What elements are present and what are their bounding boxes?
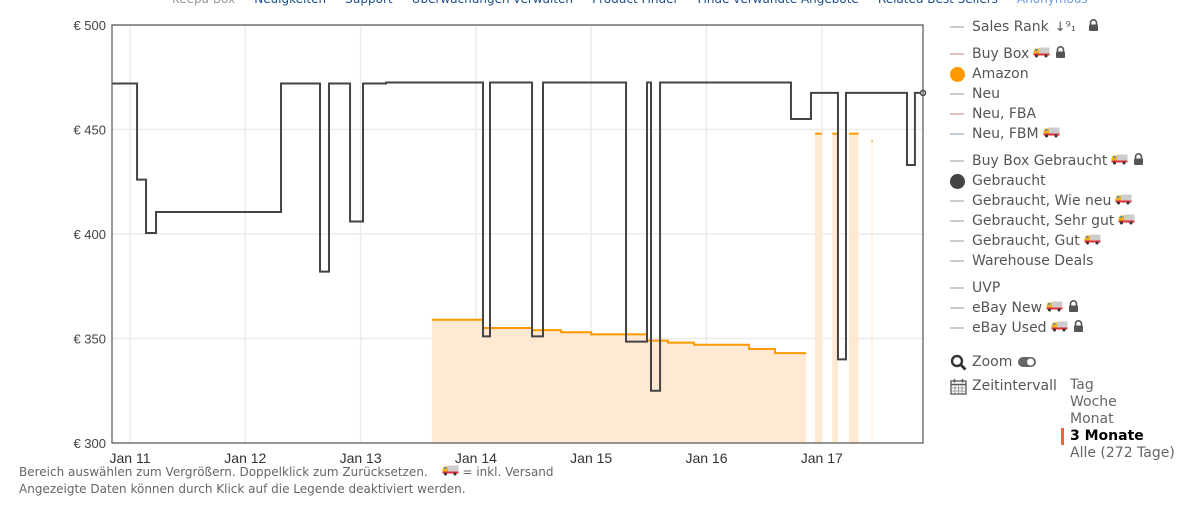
amazon-area bbox=[814, 133, 822, 443]
legend-item[interactable]: Warehouse Deals bbox=[950, 251, 1144, 271]
legend-label: Gebraucht, Sehr gut bbox=[972, 213, 1115, 229]
legend-line-icon bbox=[950, 327, 964, 329]
legend-line-icon bbox=[950, 240, 964, 242]
legend-item[interactable]: Gebraucht bbox=[950, 171, 1144, 191]
legend-label: Neu, FBM bbox=[972, 126, 1039, 142]
y-tick-label: € 300 bbox=[73, 436, 106, 451]
legend-label: UVP bbox=[972, 280, 1001, 296]
legend-item[interactable]: Buy Box bbox=[950, 44, 1144, 64]
y-tick-label: € 400 bbox=[73, 227, 106, 242]
legend-line-icon bbox=[950, 200, 964, 202]
truck-icon bbox=[1033, 46, 1050, 62]
y-tick-label: € 500 bbox=[73, 18, 106, 33]
amazon-area bbox=[871, 140, 873, 443]
legend-line-icon bbox=[950, 53, 964, 55]
legend-item[interactable]: Gebraucht, Gut bbox=[950, 231, 1144, 251]
legend-line-icon bbox=[950, 113, 964, 115]
legend-label: Buy Box Gebraucht bbox=[972, 153, 1108, 169]
sort-icon[interactable]: ↓⁹₁ bbox=[1055, 20, 1076, 35]
zoom-toggle[interactable]: Zoom bbox=[950, 352, 1057, 372]
chart-tools: Zoom Zeitintervall bbox=[950, 352, 1057, 400]
legend-item[interactable]: eBay Used bbox=[950, 318, 1144, 338]
y-tick-label: € 350 bbox=[73, 332, 106, 347]
legend-item[interactable]: Buy Box Gebraucht bbox=[950, 151, 1144, 171]
shipping-note: = inkl. Versand bbox=[462, 465, 554, 479]
legend-label: Warehouse Deals bbox=[972, 253, 1094, 269]
legend-label: eBay New bbox=[972, 300, 1043, 316]
legend-label: Gebraucht, Wie neu bbox=[972, 193, 1112, 209]
lock-icon[interactable] bbox=[1088, 19, 1099, 35]
legend-label: Gebraucht, Gut bbox=[972, 233, 1080, 249]
lock-icon[interactable] bbox=[1073, 320, 1084, 336]
range-option[interactable]: Tag bbox=[1070, 377, 1175, 394]
legend-item[interactable]: eBay New bbox=[950, 298, 1144, 318]
y-tick-label: € 450 bbox=[73, 123, 106, 138]
truck-icon bbox=[1051, 320, 1068, 336]
legend-item[interactable]: UVP bbox=[950, 278, 1144, 298]
range-selector: Tag Woche Monat 3 Monate Alle (272 Tage) bbox=[1061, 377, 1175, 462]
legend-line-icon bbox=[950, 260, 964, 262]
amazon-area bbox=[849, 133, 859, 443]
range-option[interactable]: Monat bbox=[1070, 411, 1175, 428]
range-option[interactable]: Alle (272 Tage) bbox=[1070, 445, 1175, 462]
legend-item[interactable]: Neu, FBM bbox=[950, 124, 1144, 144]
magnifier-icon bbox=[950, 354, 967, 370]
legend-label: Neu bbox=[972, 86, 1000, 102]
truck-icon bbox=[1118, 213, 1135, 229]
legend-line-icon bbox=[950, 287, 964, 289]
legend-line-icon bbox=[950, 160, 964, 162]
truck-icon bbox=[1046, 300, 1063, 316]
legend-dot-icon bbox=[950, 66, 965, 82]
lock-icon[interactable] bbox=[1055, 46, 1066, 62]
calendar-icon bbox=[950, 378, 967, 395]
chart-legend: Sales Rank ↓⁹₁ Buy Box Amazon Neu Neu, FBA Neu… bbox=[950, 17, 1144, 338]
legend-dot-icon bbox=[950, 173, 965, 189]
range-option[interactable]: 3 Monate bbox=[1061, 428, 1175, 445]
x-tick-label: Jan 17 bbox=[801, 450, 843, 466]
zoom-label: Zoom bbox=[972, 354, 1013, 370]
truck-icon bbox=[1043, 126, 1060, 142]
legend-label: Amazon bbox=[972, 66, 1029, 82]
chart-footer: Bereich auswählen zum Vergrößern. Doppel… bbox=[19, 464, 554, 498]
legend-label: Buy Box bbox=[972, 46, 1030, 62]
lock-icon[interactable] bbox=[1068, 300, 1079, 316]
truck-icon bbox=[1115, 193, 1132, 209]
x-tick-label: Jan 16 bbox=[685, 450, 727, 466]
legend-label: Sales Rank bbox=[972, 19, 1049, 35]
legend-item[interactable]: Neu, FBA bbox=[950, 104, 1144, 124]
legend-line-icon bbox=[950, 220, 964, 222]
legend-line-icon bbox=[950, 26, 964, 28]
legend-label: Neu, FBA bbox=[972, 106, 1037, 122]
truck-icon bbox=[1111, 153, 1128, 169]
x-tick-label: Jan 15 bbox=[570, 450, 612, 466]
interval-label: Zeitintervall bbox=[972, 378, 1057, 394]
range-option[interactable]: Woche bbox=[1070, 394, 1175, 411]
legend-line-icon bbox=[950, 133, 964, 135]
footer-legend-hint: Angezeigte Daten können durch Klick auf … bbox=[19, 482, 466, 496]
legend-label: Gebraucht bbox=[972, 173, 1046, 189]
legend-line-icon bbox=[950, 93, 964, 95]
legend-item[interactable]: Amazon bbox=[950, 64, 1144, 84]
legend-item[interactable]: Gebraucht, Sehr gut bbox=[950, 211, 1144, 231]
legend-label: eBay Used bbox=[972, 320, 1047, 336]
legend-item[interactable]: Sales Rank ↓⁹₁ bbox=[950, 17, 1144, 37]
time-interval: Zeitintervall bbox=[950, 376, 1057, 396]
footer-hint: Bereich auswählen zum Vergrößern. Doppel… bbox=[19, 465, 428, 479]
legend-item[interactable]: Gebraucht, Wie neu bbox=[950, 191, 1144, 211]
lock-icon[interactable] bbox=[1133, 153, 1144, 169]
toggle-switch-icon[interactable] bbox=[1018, 356, 1038, 368]
legend-line-icon bbox=[950, 307, 964, 309]
legend-item[interactable]: Neu bbox=[950, 84, 1144, 104]
truck-icon bbox=[1084, 233, 1101, 249]
truck-icon bbox=[442, 464, 459, 481]
